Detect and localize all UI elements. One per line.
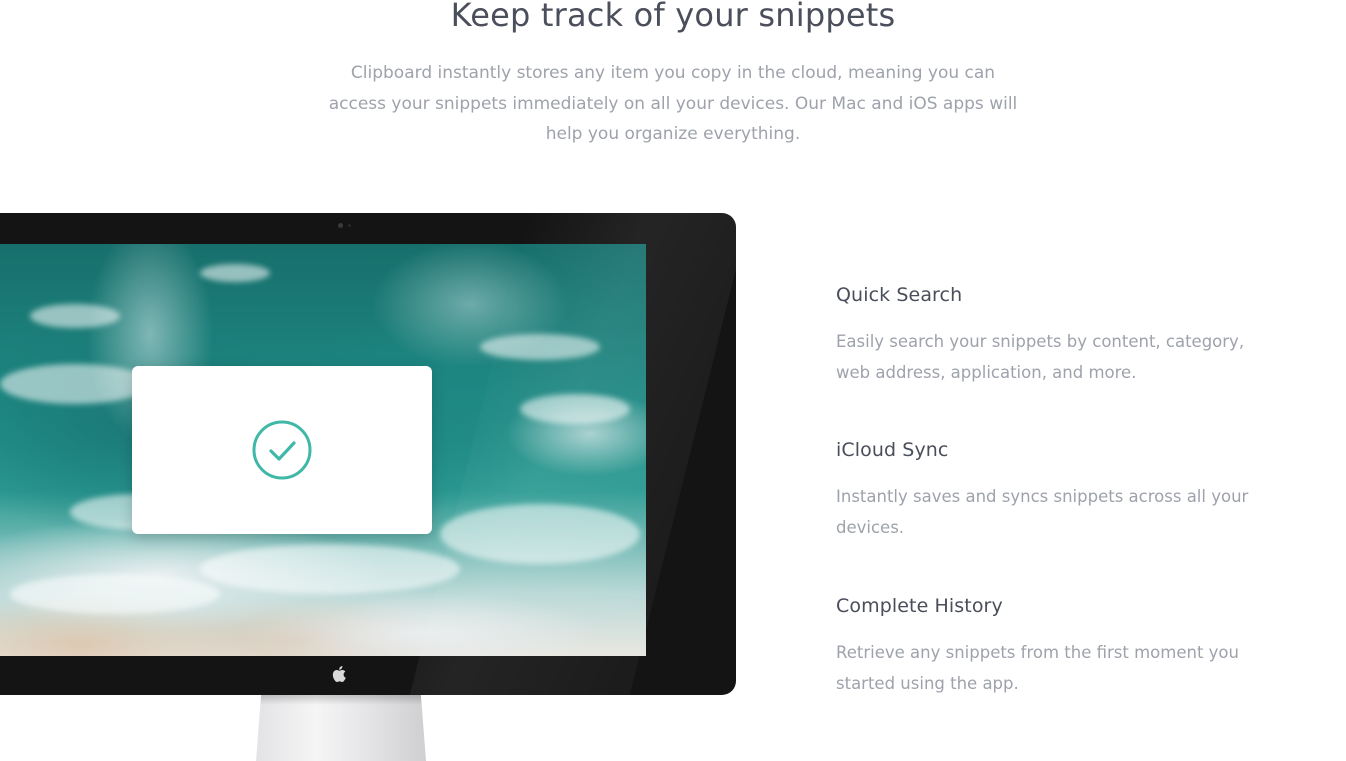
section-subtitle: Clipboard instantly stores any item you …: [328, 63, 1018, 144]
camera-sensor: [348, 224, 351, 227]
section-title: Keep track of your snippets: [450, 0, 896, 34]
feature-icloud-sync: iCloud Sync Instantly saves and syncs sn…: [836, 438, 1256, 543]
feature-title: iCloud Sync: [836, 439, 949, 461]
checkmark-circle-icon: [252, 420, 312, 480]
feature-description: Easily search your snippets by content, …: [836, 332, 1245, 382]
imac-stand: [256, 695, 426, 761]
success-dialog: [132, 366, 432, 534]
feature-complete-history: Complete History Retrieve any snippets f…: [836, 594, 1256, 699]
feature-title: Quick Search: [836, 284, 963, 306]
camera-icon: [338, 223, 343, 228]
feature-description: Retrieve any snippets from the first mom…: [836, 643, 1239, 693]
imac-screen-wallpaper: [0, 244, 646, 656]
imac-illustration: [0, 213, 736, 695]
feature-title: Complete History: [836, 595, 1003, 617]
feature-description: Instantly saves and syncs snippets acros…: [836, 487, 1249, 537]
apple-logo-icon: [332, 666, 346, 682]
feature-quick-search: Quick Search Easily search your snippets…: [836, 283, 1256, 388]
